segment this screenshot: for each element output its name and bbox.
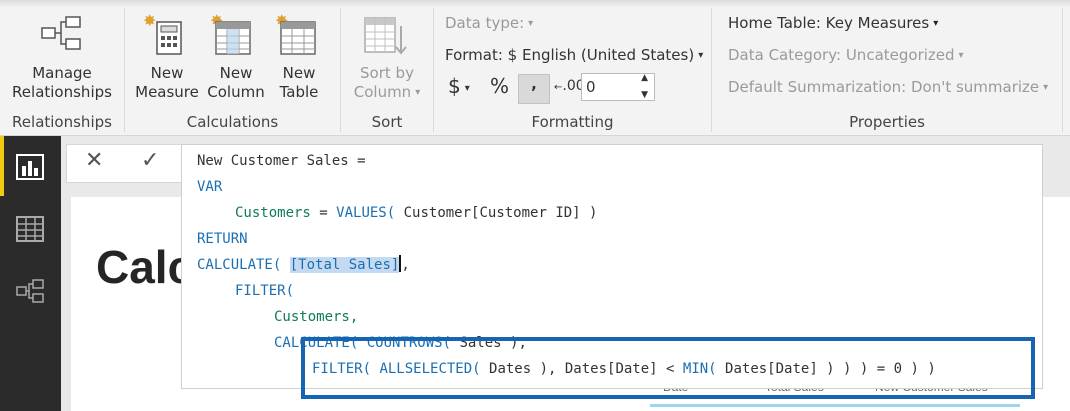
formatting-group-label: Formatting [531,113,614,131]
code-line: Customers, [274,309,359,325]
format-label: Format: $ English (United States) [445,46,695,64]
new-measure-button[interactable]: New Measure [133,64,201,102]
chevron-down-icon: ▾ [1043,82,1049,93]
decimal-places-stepper[interactable]: 0 ▲ ▼ [581,73,655,101]
currency-symbol: $ [448,74,461,98]
sort-group: Sort by Column ▾ Sort [341,0,433,135]
new-column-label-2: Column [207,83,265,101]
data-type-dropdown[interactable]: Data type: ▾ [445,14,533,32]
chevron-down-icon: ▾ [528,18,534,29]
sort-by-label-2: Column ▾ [353,83,421,101]
manage-relationships-icon [40,14,84,58]
new-table-label-1: New [282,64,316,82]
stepper-arrows-icon[interactable]: ▲ ▼ [641,70,648,104]
nav-active-indicator [0,136,4,196]
new-table-label-2: Table [279,83,319,101]
home-table-dropdown[interactable]: Home Table: Key Measures ▾ [728,14,938,32]
sort-group-label: Sort [371,113,403,131]
relationships-group-label: Relationships [12,113,112,131]
default-summarization-label: Default Summarization: Don't summarize [728,78,1040,96]
manage-relationships-button[interactable]: Manage Relationships [6,64,118,102]
calculations-group-label: Calculations [186,113,279,131]
svg-text:✸: ✸ [143,12,156,30]
default-summarization-dropdown[interactable]: Default Summarization: Don't summarize ▾ [728,78,1048,96]
table-underline [650,404,1020,407]
model-view-icon[interactable] [16,278,44,308]
chevron-down-icon: ▾ [464,83,470,94]
new-column-icon: ✸ [210,11,256,62]
decimal-places-input[interactable]: 0 ▲ ▼ [581,73,655,101]
data-category-dropdown[interactable]: Data Category: Uncategorized ▾ [728,46,964,64]
new-measure-icon: ✸ [143,11,189,62]
properties-group: Home Table: Key Measures ▾ Data Category:… [712,0,1062,135]
data-view-icon[interactable] [16,216,44,246]
comma-symbol: , [531,75,537,93]
data-type-label: Data type: [445,14,525,32]
sort-by-column-button[interactable]: Sort by Column ▾ [345,64,429,102]
left-nav [0,136,61,411]
data-category-label: Data Category: Uncategorized [728,46,955,64]
ribbon: Manage Relationships Relationships ✸ New… [0,0,1070,136]
calculations-group: ✸ New Measure ✸ New Column ✸ New Table C… [125,0,340,135]
manage-relationships-label-2: Relationships [12,83,112,101]
cancel-formula-button[interactable]: ✕ [85,148,103,173]
code-line: CALCULATE( [Total Sales], [197,255,410,273]
currency-button[interactable]: $ ▾ [448,74,470,98]
code-line: Customers = VALUES( Customer[Customer ID… [235,205,598,221]
commit-formula-button[interactable]: ✓ [141,148,159,173]
chevron-down-icon: ▾ [958,50,964,61]
percent-button[interactable]: % [490,74,509,98]
report-title: Calc [96,241,186,293]
new-column-label-1: New [219,64,253,82]
manage-relationships-label-1: Manage [32,64,92,82]
code-line: FILTER( [235,283,295,299]
chevron-down-icon: ▾ [698,50,704,61]
new-measure-label-1: New [150,64,184,82]
new-measure-label-2: Measure [135,83,199,101]
selected-text: [Total Sales] [289,257,400,273]
home-table-label: Home Table: Key Measures [728,14,930,32]
new-table-button[interactable]: New Table [271,64,327,102]
ribbon-separator [1062,8,1063,132]
format-dropdown[interactable]: Format: $ English (United States) ▾ [445,46,703,64]
formula-bar-actions: ✕ ✓ [66,144,183,183]
formatting-group: Data type: ▾ Format: $ English (United St… [434,0,711,135]
relationships-group: Manage Relationships Relationships [0,0,124,135]
highlight-annotation-box [301,337,1035,399]
properties-group-label: Properties [849,113,925,131]
sort-by-label-1: Sort by [360,64,414,82]
code-line: RETURN [197,231,248,247]
report-view-icon[interactable] [16,154,44,184]
new-column-button[interactable]: New Column [203,64,269,102]
new-table-icon: ✸ [275,11,321,62]
code-line: New Customer Sales = [197,153,366,169]
chevron-down-icon: ▾ [933,18,939,29]
sort-by-column-icon [363,14,409,62]
code-line: VAR [197,179,223,195]
formula-code: New Customer Sales = VAR Customers = VAL… [182,145,936,377]
comma-style-button[interactable]: , [518,74,550,104]
percent-symbol: % [490,74,510,98]
